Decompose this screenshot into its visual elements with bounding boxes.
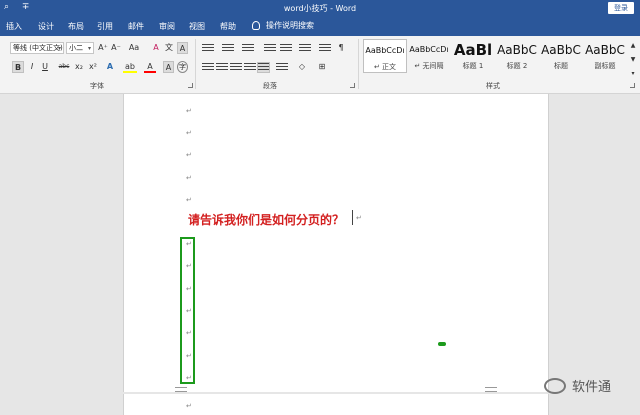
ribbon-tabs: 插入 设计 布局 引用 邮件 审阅 视图 帮助 操作说明搜索 xyxy=(0,16,640,36)
bullets-icon[interactable] xyxy=(202,44,214,53)
document-area[interactable] xyxy=(0,94,640,415)
paragraph-dialog-launcher-icon[interactable] xyxy=(350,83,355,88)
paragraph-mark: ↵ xyxy=(186,262,192,270)
paragraph-mark: ↵ xyxy=(186,285,192,293)
tell-me-label: 操作说明搜索 xyxy=(266,21,314,30)
group-divider xyxy=(358,39,359,89)
superscript-button[interactable]: x² xyxy=(87,61,99,73)
tab-mailings[interactable]: 邮件 xyxy=(128,21,144,32)
show-marks-icon[interactable]: ¶ xyxy=(336,42,346,54)
increase-indent-icon[interactable] xyxy=(280,44,292,53)
style-title[interactable]: AaBbC 标题 xyxy=(539,39,583,73)
styles-scroll-down-icon[interactable]: ▼ xyxy=(628,54,638,66)
strikethrough-button[interactable]: abc xyxy=(57,61,71,73)
chinese-layout-icon[interactable] xyxy=(299,44,311,53)
align-center-icon[interactable] xyxy=(216,63,228,72)
align-right-icon[interactable] xyxy=(230,63,242,72)
styles-expand-icon[interactable]: ▾ xyxy=(628,68,638,80)
paragraph-mark: ↵ xyxy=(186,374,192,382)
grow-font-button[interactable]: A⁺ xyxy=(97,42,109,54)
paragraph-mark: ↵ xyxy=(186,196,192,204)
style-normal[interactable]: AaBbCcDı ↵ 正文 xyxy=(363,39,407,73)
italic-button[interactable]: I xyxy=(27,61,37,73)
styles-scroll-up-icon[interactable]: ▲ xyxy=(628,40,638,52)
shading-icon[interactable]: ◇ xyxy=(296,61,308,73)
paragraph-mark: ↵ xyxy=(186,352,192,360)
page-corner-mark xyxy=(175,387,187,392)
borders-icon[interactable]: ⊞ xyxy=(316,61,328,73)
bold-button[interactable]: B xyxy=(12,61,24,73)
style-heading-2[interactable]: AaBbC 标题 2 xyxy=(495,39,539,73)
wechat-logo-icon xyxy=(544,377,566,394)
styles-gallery: AaBbCcDı ↵ 正文 AaBbCcDı ↵ 无间隔 AaBl 标题 1 A… xyxy=(361,39,629,75)
page-corner-mark xyxy=(485,387,497,392)
paragraph-mark: ↵ xyxy=(186,240,192,248)
paragraph-group-label: 段落 xyxy=(263,82,277,90)
enclose-characters-button[interactable]: 字 xyxy=(177,61,188,73)
change-case-button[interactable]: Aa xyxy=(126,42,142,54)
font-dialog-launcher-icon[interactable] xyxy=(188,83,193,88)
login-button[interactable]: 登录 xyxy=(608,2,634,14)
font-group-label: 字体 xyxy=(90,82,104,90)
document-heading[interactable]: 请告诉我你们是如何分页的？ xyxy=(188,211,344,228)
style-no-spacing[interactable]: AaBbCcDı ↵ 无间隔 xyxy=(407,39,451,73)
chevron-down-icon: ▾ xyxy=(87,45,91,52)
paragraph-mark: ↵ xyxy=(186,174,192,182)
subscript-button[interactable]: x₂ xyxy=(73,61,85,73)
group-divider xyxy=(195,39,196,89)
tab-insert[interactable]: 插入 xyxy=(6,21,22,32)
distributed-icon[interactable] xyxy=(257,62,270,73)
ribbon: 等线 (中文正文) ▾ 小二 ▾ A⁺ A⁻ Aa A 文 A B I U abc … xyxy=(0,36,640,94)
character-border-button[interactable]: A xyxy=(177,42,188,54)
sort-icon[interactable] xyxy=(319,44,331,53)
tab-help[interactable]: 帮助 xyxy=(220,21,236,32)
multilevel-list-icon[interactable] xyxy=(242,44,254,53)
numbering-icon[interactable] xyxy=(222,44,234,53)
paragraph-mark: ↵ xyxy=(356,214,362,222)
phonetic-guide-button[interactable]: 文 xyxy=(164,42,174,54)
watermark-text: 软件通 xyxy=(572,380,612,395)
document-title: word小技巧 - Word xyxy=(283,4,357,13)
watermark: 软件通 xyxy=(544,376,611,395)
title-bar: ⌕ ∓ word小技巧 - Word 登录 xyxy=(0,0,640,16)
character-shading-button[interactable]: A xyxy=(163,61,174,73)
paragraph-mark: ↵ xyxy=(186,402,192,410)
align-left-icon[interactable] xyxy=(202,63,214,72)
style-subtitle[interactable]: AaBbC 副标题 xyxy=(583,39,627,73)
tab-review[interactable]: 审阅 xyxy=(159,21,175,32)
paragraph-mark: ↵ xyxy=(186,329,192,337)
style-heading-1[interactable]: AaBl 标题 1 xyxy=(451,39,495,73)
annotation-mark xyxy=(438,342,446,346)
paragraph-mark: ↵ xyxy=(186,151,192,159)
tab-view[interactable]: 视图 xyxy=(189,21,205,32)
paragraph-mark: ↵ xyxy=(186,129,192,137)
styles-dialog-launcher-icon[interactable] xyxy=(630,83,635,88)
tab-references[interactable]: 引用 xyxy=(97,21,113,32)
font-name-combo[interactable]: 等线 (中文正文) ▾ xyxy=(10,42,64,54)
tab-design[interactable]: 设计 xyxy=(38,21,54,32)
decrease-indent-icon[interactable] xyxy=(264,44,276,53)
justify-icon[interactable] xyxy=(244,63,256,72)
styles-group-label: 样式 xyxy=(486,82,500,90)
underline-button[interactable]: U xyxy=(40,61,50,73)
font-size-combo[interactable]: 小二 ▾ xyxy=(66,42,94,54)
tab-layout[interactable]: 布局 xyxy=(68,21,84,32)
shrink-font-button[interactable]: A⁻ xyxy=(110,42,122,54)
text-effects-button[interactable]: A xyxy=(104,61,116,73)
clear-formatting-button[interactable]: A xyxy=(151,42,161,54)
paragraph-mark: ↵ xyxy=(186,107,192,115)
line-spacing-icon[interactable] xyxy=(276,63,288,72)
tell-me-search[interactable]: 操作说明搜索 xyxy=(252,20,314,31)
paragraph-mark: ↵ xyxy=(186,307,192,315)
chevron-down-icon: ▾ xyxy=(57,45,61,52)
font-color-button[interactable]: A xyxy=(144,61,156,73)
lightbulb-icon xyxy=(252,21,260,30)
highlight-button[interactable]: ab xyxy=(123,61,137,73)
